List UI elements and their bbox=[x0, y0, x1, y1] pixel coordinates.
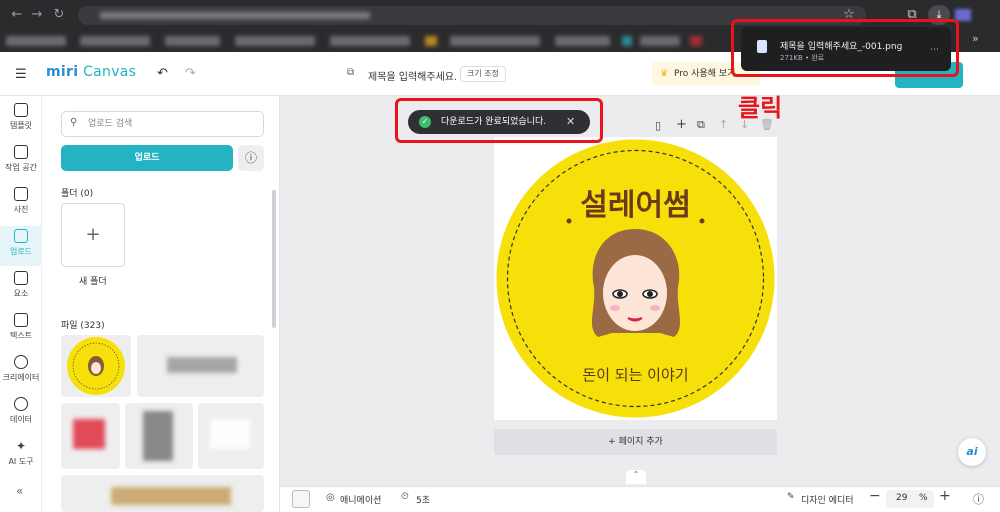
forward-icon[interactable]: → bbox=[28, 6, 46, 24]
new-folder-label: 새 폴더 bbox=[79, 277, 107, 287]
plus-icon: + bbox=[85, 224, 101, 245]
help-icon[interactable]: ⓘ bbox=[973, 491, 984, 507]
cloud-upload-icon bbox=[14, 229, 28, 243]
file-thumbnail[interactable] bbox=[137, 335, 264, 397]
redo-icon[interactable]: ↷ bbox=[185, 66, 196, 81]
move-up-icon[interactable]: ↑ bbox=[719, 118, 728, 131]
sticker-thumbnail-image bbox=[67, 337, 125, 395]
bookmark-item[interactable] bbox=[235, 36, 315, 46]
add-page-button[interactable]: + 페이지 추가 bbox=[494, 429, 777, 455]
bookmark-item[interactable] bbox=[690, 36, 702, 46]
animation-button[interactable]: 애니메이션 bbox=[340, 493, 381, 506]
undo-icon[interactable]: ↶ bbox=[157, 66, 168, 81]
resize-button[interactable]: 크기 조정 bbox=[460, 66, 506, 82]
rail-item-creator[interactable]: 크리에이터 bbox=[0, 352, 42, 392]
files-heading: 파일 (323) bbox=[61, 321, 105, 331]
template-icon bbox=[14, 103, 28, 117]
file-thumbnail[interactable] bbox=[198, 403, 264, 469]
design-page[interactable]: 설레어썸 돈이 되는 이야기 bbox=[494, 137, 777, 420]
workspace-icon bbox=[14, 145, 28, 159]
zoom-value: 29 bbox=[896, 493, 908, 503]
duplicate-page-icon[interactable]: ⧉ bbox=[697, 118, 705, 132]
rail-item-elements[interactable]: 요소 bbox=[0, 268, 42, 308]
folder-heading: 폴더 (0) bbox=[61, 189, 94, 199]
file-thumbnail[interactable] bbox=[125, 403, 193, 469]
file-thumbnail[interactable] bbox=[61, 335, 131, 397]
ai-assistant-button[interactable]: ai bbox=[958, 438, 986, 466]
photo-icon bbox=[14, 187, 28, 201]
page-note-icon[interactable]: ▯ bbox=[655, 119, 661, 132]
rail-item-workspace[interactable]: 작업 공간 bbox=[0, 142, 42, 182]
reload-icon[interactable]: ↻ bbox=[50, 6, 68, 24]
elements-icon bbox=[14, 271, 28, 285]
design-editor-button[interactable]: 디자인 에디터 bbox=[801, 493, 854, 506]
bookmark-item[interactable] bbox=[80, 36, 150, 46]
bookmark-item[interactable] bbox=[640, 36, 680, 46]
bookmark-item[interactable] bbox=[622, 36, 632, 46]
rail-item-upload[interactable]: 업로드 bbox=[0, 226, 42, 266]
sticker-design[interactable]: 설레어썸 돈이 되는 이야기 bbox=[494, 137, 777, 420]
download-highlight-box bbox=[731, 19, 959, 77]
bookmarks-overflow-icon[interactable]: » bbox=[972, 32, 979, 45]
search-icon: ⚲ bbox=[70, 117, 78, 128]
zoom-unit: % bbox=[919, 493, 928, 503]
creator-icon bbox=[14, 355, 28, 369]
zoom-field[interactable]: 29 % bbox=[886, 490, 934, 508]
upload-button[interactable]: 업로드 bbox=[61, 145, 233, 171]
zoom-in-icon[interactable]: + bbox=[939, 488, 951, 504]
plus-icon: + bbox=[608, 437, 619, 447]
click-annotation: 클릭 bbox=[738, 94, 783, 122]
brand-logo[interactable]: miri Canvas bbox=[46, 64, 136, 80]
bookmark-item[interactable] bbox=[6, 36, 66, 46]
data-chart-icon bbox=[14, 397, 28, 411]
rail-item-ai-tools[interactable]: ✦ AI 도구 bbox=[0, 436, 42, 476]
info-icon[interactable]: ⓘ bbox=[238, 145, 264, 171]
bookmark-item[interactable] bbox=[450, 36, 540, 46]
file-thumbnail[interactable] bbox=[61, 403, 120, 469]
rail-item-photo[interactable]: 사진 bbox=[0, 184, 42, 224]
rail-item-text[interactable]: 텍스트 bbox=[0, 310, 42, 350]
bookmark-item[interactable] bbox=[555, 36, 610, 46]
file-thumbnail[interactable] bbox=[61, 475, 264, 512]
timer-icon: ⏲ bbox=[401, 491, 409, 502]
sparkle-icon: ✦ bbox=[15, 439, 27, 453]
zoom-out-icon[interactable]: − bbox=[869, 488, 881, 504]
upload-search-input[interactable]: 업로드 검색 bbox=[61, 111, 264, 137]
bookmark-item[interactable] bbox=[165, 36, 220, 46]
duration-button[interactable]: 5초 bbox=[416, 493, 430, 506]
panel-scrollbar[interactable] bbox=[272, 190, 276, 328]
sticker-subtitle[interactable]: 돈이 되는 이야기 bbox=[582, 366, 688, 384]
animation-icon: ◎ bbox=[326, 492, 335, 503]
hamburger-menu-icon[interactable]: ☰ bbox=[15, 67, 27, 82]
back-icon[interactable]: ← bbox=[8, 6, 26, 24]
expand-pages-icon[interactable]: ⌃ bbox=[626, 470, 646, 484]
background-color-swatch[interactable] bbox=[292, 490, 310, 508]
add-page-icon[interactable]: + bbox=[676, 117, 687, 132]
new-folder-button[interactable]: + bbox=[61, 203, 125, 267]
toast-highlight-box bbox=[395, 98, 603, 143]
rail-item-template[interactable]: 템플릿 bbox=[0, 100, 42, 140]
sticker-title[interactable]: 설레어썸 bbox=[580, 188, 690, 223]
text-icon bbox=[14, 313, 28, 327]
folder-move-icon[interactable]: ⧉ bbox=[347, 67, 354, 78]
rail-item-data[interactable]: 데이터 bbox=[0, 394, 42, 434]
bookmark-item[interactable] bbox=[425, 36, 437, 46]
crown-icon: ♛ bbox=[660, 69, 669, 79]
bookmark-item[interactable] bbox=[330, 36, 410, 46]
profile-avatar[interactable] bbox=[955, 9, 971, 21]
design-editor-icon: ✎ bbox=[787, 492, 795, 502]
document-title[interactable]: 제목을 입력해주세요. bbox=[368, 68, 457, 83]
collapse-panel-icon[interactable]: « bbox=[16, 484, 23, 498]
